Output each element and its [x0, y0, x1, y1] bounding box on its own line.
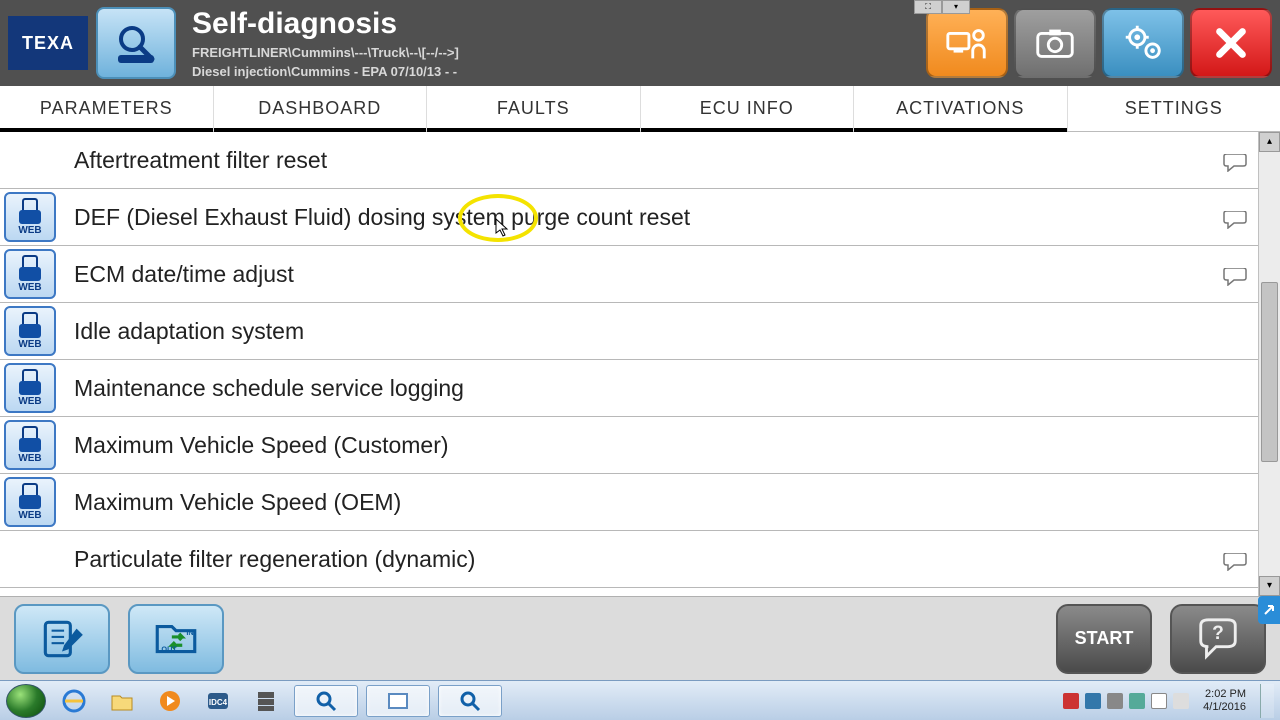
tab-faults[interactable]: FAULTS — [426, 86, 640, 131]
svg-text:IDC4: IDC4 — [209, 698, 228, 707]
remote-tab-icon[interactable] — [1258, 596, 1280, 624]
screenshot-button[interactable] — [1014, 8, 1096, 78]
breadcrumb-line2: Diesel injection\Cummins - EPA 07/10/13 … — [192, 64, 918, 79]
taskbar-server-icon[interactable] — [246, 685, 286, 717]
settings-button[interactable] — [1102, 8, 1184, 78]
tab-settings[interactable]: SETTINGS — [1067, 86, 1280, 131]
settings-row[interactable]: WEB Idle adaptation system — [0, 303, 1258, 360]
taskbar: IDC4 2:02 PM 4/1/2016 — [0, 680, 1280, 720]
edit-report-button[interactable] — [14, 604, 110, 674]
app-header: ⛶ ▾ TEXA Self-diagnosis FREIGHTLINER\Cum… — [0, 0, 1280, 86]
settings-row-label: DEF (Diesel Exhaust Fluid) dosing system… — [74, 204, 1222, 231]
tab-parameters[interactable]: PARAMETERS — [0, 86, 213, 131]
svg-text:OUT: OUT — [161, 644, 177, 653]
taskbar-clock[interactable]: 2:02 PM 4/1/2016 — [1195, 688, 1254, 714]
help-button[interactable]: ? — [1170, 604, 1266, 674]
scroll-down-icon[interactable]: ▾ — [1259, 576, 1280, 596]
web-lock-icon: WEB — [4, 363, 56, 413]
start-button[interactable]: START — [1056, 604, 1152, 674]
taskbar-app-diag2-icon[interactable] — [438, 685, 502, 717]
web-lock-icon: WEB — [4, 306, 56, 356]
settings-row-label: Particulate filter regeneration (dynamic… — [74, 546, 1222, 573]
tab-bar: PARAMETERS DASHBOARD FAULTS ECU INFO ACT… — [0, 86, 1280, 132]
svg-text:?: ? — [1212, 623, 1224, 644]
settings-row-label: Idle adaptation system — [74, 318, 1248, 345]
brand-logo: TEXA — [8, 16, 88, 70]
settings-row[interactable]: WEB Maximum Vehicle Speed (OEM) — [0, 474, 1258, 531]
vehicle-connect-button[interactable] — [926, 8, 1008, 78]
title-area: Self-diagnosis FREIGHTLINER\Cummins\---\… — [192, 7, 918, 79]
footer-toolbar: IN OUT START ? — [0, 596, 1280, 680]
taskbar-media-icon[interactable] — [150, 685, 190, 717]
hint-icon[interactable] — [1222, 151, 1248, 169]
svg-text:IN: IN — [186, 627, 193, 636]
settings-list-container: Aftertreatment filter reset WEB DEF (Diese… — [0, 132, 1280, 596]
scrollbar[interactable]: ▴ ▾ — [1258, 132, 1280, 596]
web-lock-icon: WEB — [4, 477, 56, 527]
header-actions — [926, 8, 1272, 78]
clock-time: 2:02 PM — [1203, 688, 1246, 701]
tab-activations[interactable]: ACTIVATIONS — [853, 86, 1067, 131]
taskbar-idc4-icon[interactable]: IDC4 — [198, 685, 238, 717]
taskbar-explorer-icon[interactable] — [102, 685, 142, 717]
system-tray[interactable]: 2:02 PM 4/1/2016 — [1063, 684, 1274, 718]
settings-row[interactable]: Aftertreatment filter reset — [0, 132, 1258, 189]
settings-row-label: Maximum Vehicle Speed (OEM) — [74, 489, 1248, 516]
settings-row-label: Aftertreatment filter reset — [74, 147, 1222, 174]
web-lock-icon: WEB — [4, 420, 56, 470]
settings-row-label: Maintenance schedule service logging — [74, 375, 1248, 402]
clock-date: 4/1/2016 — [1203, 701, 1246, 714]
hint-icon[interactable] — [1222, 265, 1248, 283]
web-lock-icon: WEB — [4, 192, 56, 242]
settings-list: Aftertreatment filter reset WEB DEF (Diese… — [0, 132, 1258, 596]
settings-row[interactable]: WEB Maximum Vehicle Speed (Customer) — [0, 417, 1258, 474]
scroll-up-icon[interactable]: ▴ — [1259, 132, 1280, 152]
close-button[interactable] — [1190, 8, 1272, 78]
settings-row[interactable]: WEB ECM date/time adjust — [0, 246, 1258, 303]
breadcrumb-line1: FREIGHTLINER\Cummins\---\Truck\--\[--/--… — [192, 45, 918, 60]
settings-row[interactable]: WEB Maintenance schedule service logging — [0, 360, 1258, 417]
taskbar-app-diag-icon[interactable] — [294, 685, 358, 717]
tab-ecu-info[interactable]: ECU INFO — [640, 86, 854, 131]
settings-row-label: Maximum Vehicle Speed (Customer) — [74, 432, 1248, 459]
tray-icon[interactable] — [1085, 693, 1101, 709]
taskbar-app-window-icon[interactable] — [366, 685, 430, 717]
settings-row-label: ECM date/time adjust — [74, 261, 1222, 288]
tray-icon[interactable] — [1129, 693, 1145, 709]
tab-dashboard[interactable]: DASHBOARD — [213, 86, 427, 131]
scroll-thumb[interactable] — [1261, 282, 1278, 462]
tray-icon[interactable] — [1063, 693, 1079, 709]
taskbar-ie-icon[interactable] — [54, 685, 94, 717]
import-export-button[interactable]: IN OUT — [128, 604, 224, 674]
start-menu-button[interactable] — [6, 684, 46, 718]
tray-icon[interactable] — [1151, 693, 1167, 709]
page-title: Self-diagnosis — [192, 7, 918, 41]
expand-icon[interactable]: ⛶ — [914, 0, 942, 14]
window-controls[interactable]: ⛶ ▾ — [914, 0, 970, 14]
hint-icon[interactable] — [1222, 208, 1248, 226]
settings-row[interactable]: Particulate filter regeneration (dynamic… — [0, 531, 1258, 588]
tray-volume-icon[interactable] — [1173, 693, 1189, 709]
settings-row[interactable]: WEB DEF (Diesel Exhaust Fluid) dosing sys… — [0, 189, 1258, 246]
diagnostic-icon — [96, 7, 176, 79]
web-lock-icon: WEB — [4, 249, 56, 299]
show-desktop-button[interactable] — [1260, 684, 1274, 718]
chevron-down-icon[interactable]: ▾ — [942, 0, 970, 14]
tray-icon[interactable] — [1107, 693, 1123, 709]
hint-icon[interactable] — [1222, 550, 1248, 568]
